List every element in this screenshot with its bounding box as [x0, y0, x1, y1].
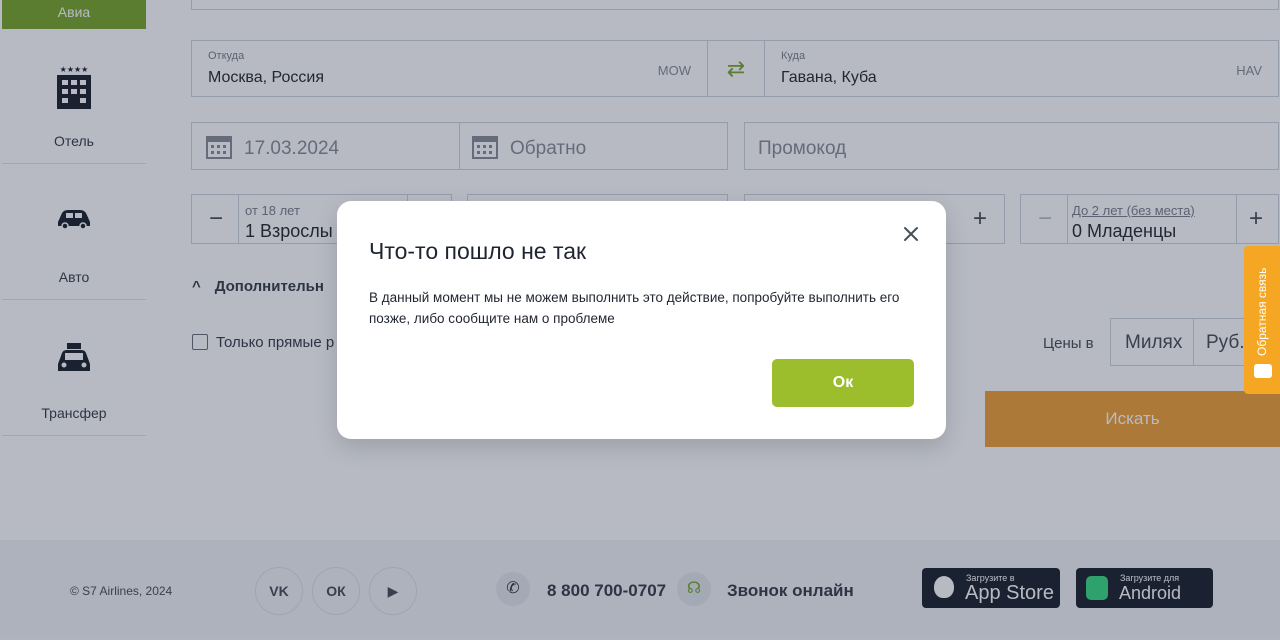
dialog-title: Что-то пошло не так — [369, 238, 587, 264]
error-dialog: Что-то пошло не так В данный момент мы н… — [337, 201, 946, 439]
ok-button[interactable]: Ок — [772, 359, 914, 407]
feedback-tab[interactable]: Обратная связь — [1244, 246, 1280, 394]
feedback-label: Обратная связь — [1255, 267, 1269, 356]
chat-icon — [1254, 364, 1272, 378]
close-icon[interactable] — [900, 223, 922, 245]
dialog-message: В данный момент мы не можем выполнить эт… — [369, 290, 900, 326]
